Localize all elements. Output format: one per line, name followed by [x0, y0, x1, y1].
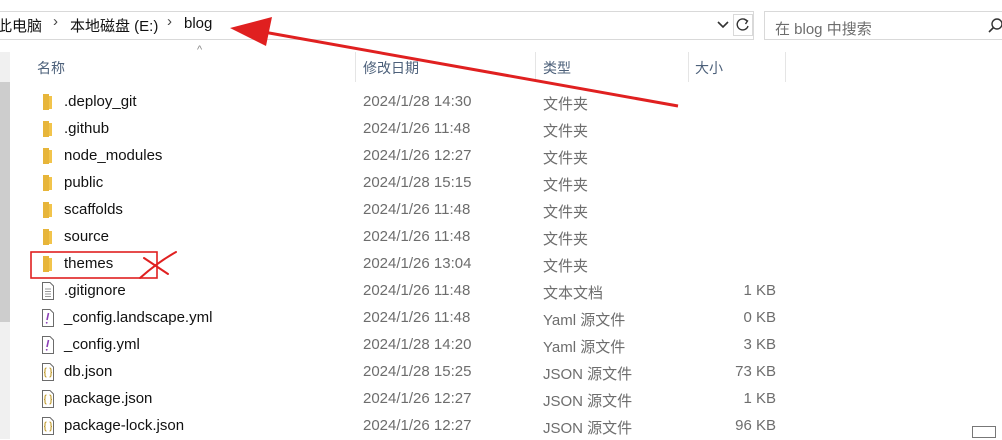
column-header-type[interactable]: 类型 [543, 58, 571, 78]
vertical-scrollbar[interactable] [0, 52, 10, 439]
list-item[interactable]: .deploy_git 2024/1/28 14:30 文件夹 [30, 89, 820, 116]
file-size: 0 KB [743, 309, 776, 326]
breadcrumb-drive-e[interactable]: 本地磁盘 (E:) [70, 15, 158, 36]
file-name: _config.yml [64, 336, 140, 353]
breadcrumb-separator[interactable]: › [53, 13, 58, 30]
file-type: Yaml 源文件 [543, 312, 626, 329]
file-name: _config.landscape.yml [64, 309, 213, 326]
file-type: 文件夹 [543, 204, 589, 221]
breadcrumb-blog[interactable]: blog [184, 15, 212, 32]
column-divider[interactable] [355, 52, 356, 82]
chevron-down-icon[interactable] [714, 14, 732, 34]
list-item[interactable]: package-lock.json 2024/1/26 12:27 JSON 源… [30, 413, 820, 440]
file-name: .gitignore [64, 282, 126, 299]
sort-ascending-icon: ^ [197, 44, 203, 56]
file-date: 2024/1/28 15:25 [363, 363, 472, 380]
breadcrumb-separator[interactable]: › [167, 13, 172, 30]
text-file-icon [42, 282, 54, 300]
json-file-icon [42, 390, 54, 408]
file-name: themes [64, 255, 114, 272]
column-divider[interactable] [535, 52, 536, 82]
json-file-icon [42, 363, 54, 381]
file-date: 2024/1/26 11:48 [363, 309, 471, 326]
list-item[interactable]: db.json 2024/1/28 15:25 JSON 源文件 73 KB [30, 359, 820, 386]
yaml-file-icon [42, 309, 54, 327]
file-type: Yaml 源文件 [543, 339, 626, 356]
column-header-date[interactable]: 修改日期 [363, 58, 419, 78]
file-type: 文件夹 [543, 123, 589, 140]
file-date: 2024/1/26 11:48 [363, 201, 471, 218]
file-date: 2024/1/26 11:48 [363, 228, 471, 245]
file-date: 2024/1/28 15:15 [363, 174, 472, 191]
folder-icon [43, 121, 52, 137]
file-date: 2024/1/26 11:48 [363, 282, 471, 299]
list-item[interactable]: node_modules 2024/1/26 12:27 文件夹 [30, 143, 820, 170]
search-icon[interactable] [987, 17, 1002, 35]
scrollbar-thumb[interactable] [0, 82, 10, 322]
file-name: .github [64, 120, 110, 137]
file-name: public [64, 174, 104, 191]
file-type: 文件夹 [543, 258, 589, 275]
folder-icon [43, 148, 52, 164]
folder-icon [43, 256, 52, 272]
file-size: 1 KB [743, 390, 776, 407]
folder-icon [43, 175, 52, 191]
search-field[interactable]: 在 blog 中搜索 [764, 11, 1002, 40]
column-headers: ^ 名称 修改日期 类型 大小 [10, 44, 1002, 82]
list-item[interactable]: source 2024/1/26 11:48 文件夹 [30, 224, 820, 251]
file-date: 2024/1/28 14:20 [363, 336, 472, 353]
yaml-file-icon [42, 336, 54, 354]
file-size: 1 KB [743, 282, 776, 299]
file-type: 文件夹 [543, 150, 589, 167]
file-type: 文件夹 [543, 96, 589, 113]
column-header-size[interactable]: 大小 [695, 58, 723, 78]
list-item[interactable]: themes 2024/1/26 13:04 文件夹 [30, 251, 820, 278]
file-name: package.json [64, 390, 153, 407]
list-item[interactable]: public 2024/1/28 15:15 文件夹 [30, 170, 820, 197]
breadcrumb-this-pc[interactable]: 此电脑 [0, 15, 42, 36]
list-item[interactable]: scaffolds 2024/1/26 11:48 文件夹 [30, 197, 820, 224]
file-type: 文件夹 [543, 231, 589, 248]
file-date: 2024/1/26 11:48 [363, 120, 471, 137]
column-divider[interactable] [785, 52, 786, 82]
column-header-name[interactable]: 名称 [37, 58, 65, 78]
file-name: .deploy_git [64, 93, 137, 110]
folder-icon [43, 229, 52, 245]
folder-icon [43, 94, 52, 110]
file-date: 2024/1/26 12:27 [363, 390, 472, 407]
file-name: source [64, 228, 110, 245]
column-divider[interactable] [688, 52, 689, 82]
file-name: package-lock.json [64, 417, 185, 434]
list-item[interactable]: .gitignore 2024/1/26 11:48 文本文档 1 KB [30, 278, 820, 305]
file-date: 2024/1/26 12:27 [363, 147, 472, 164]
file-name: db.json [64, 363, 113, 380]
list-item[interactable]: _config.yml 2024/1/28 14:20 Yaml 源文件 3 K… [30, 332, 820, 359]
refresh-icon[interactable] [733, 14, 753, 36]
json-file-icon [42, 417, 54, 435]
file-name: node_modules [64, 147, 163, 164]
address-bar-row: 此电脑 › 本地磁盘 (E:) › blog 在 blog 中搜索 [0, 0, 1002, 52]
file-type: 文件夹 [543, 177, 589, 194]
file-date: 2024/1/26 13:04 [363, 255, 472, 272]
file-type: JSON 源文件 [543, 420, 633, 437]
file-size: 3 KB [743, 336, 776, 353]
file-type: JSON 源文件 [543, 393, 633, 410]
list-item[interactable]: .github 2024/1/26 11:48 文件夹 [30, 116, 820, 143]
search-placeholder: 在 blog 中搜索 [775, 21, 872, 38]
list-item[interactable]: _config.landscape.yml 2024/1/26 11:48 Ya… [30, 305, 820, 332]
file-date: 2024/1/26 12:27 [363, 417, 472, 434]
file-size: 96 KB [735, 417, 776, 434]
file-size: 73 KB [735, 363, 776, 380]
file-date: 2024/1/28 14:30 [363, 93, 472, 110]
file-name: scaffolds [64, 201, 123, 218]
list-item[interactable]: package.json 2024/1/26 12:27 JSON 源文件 1 … [30, 386, 820, 413]
file-type: 文本文档 [543, 285, 604, 302]
resize-grip-icon[interactable] [972, 426, 996, 438]
folder-icon [43, 202, 52, 218]
file-type: JSON 源文件 [543, 366, 633, 383]
